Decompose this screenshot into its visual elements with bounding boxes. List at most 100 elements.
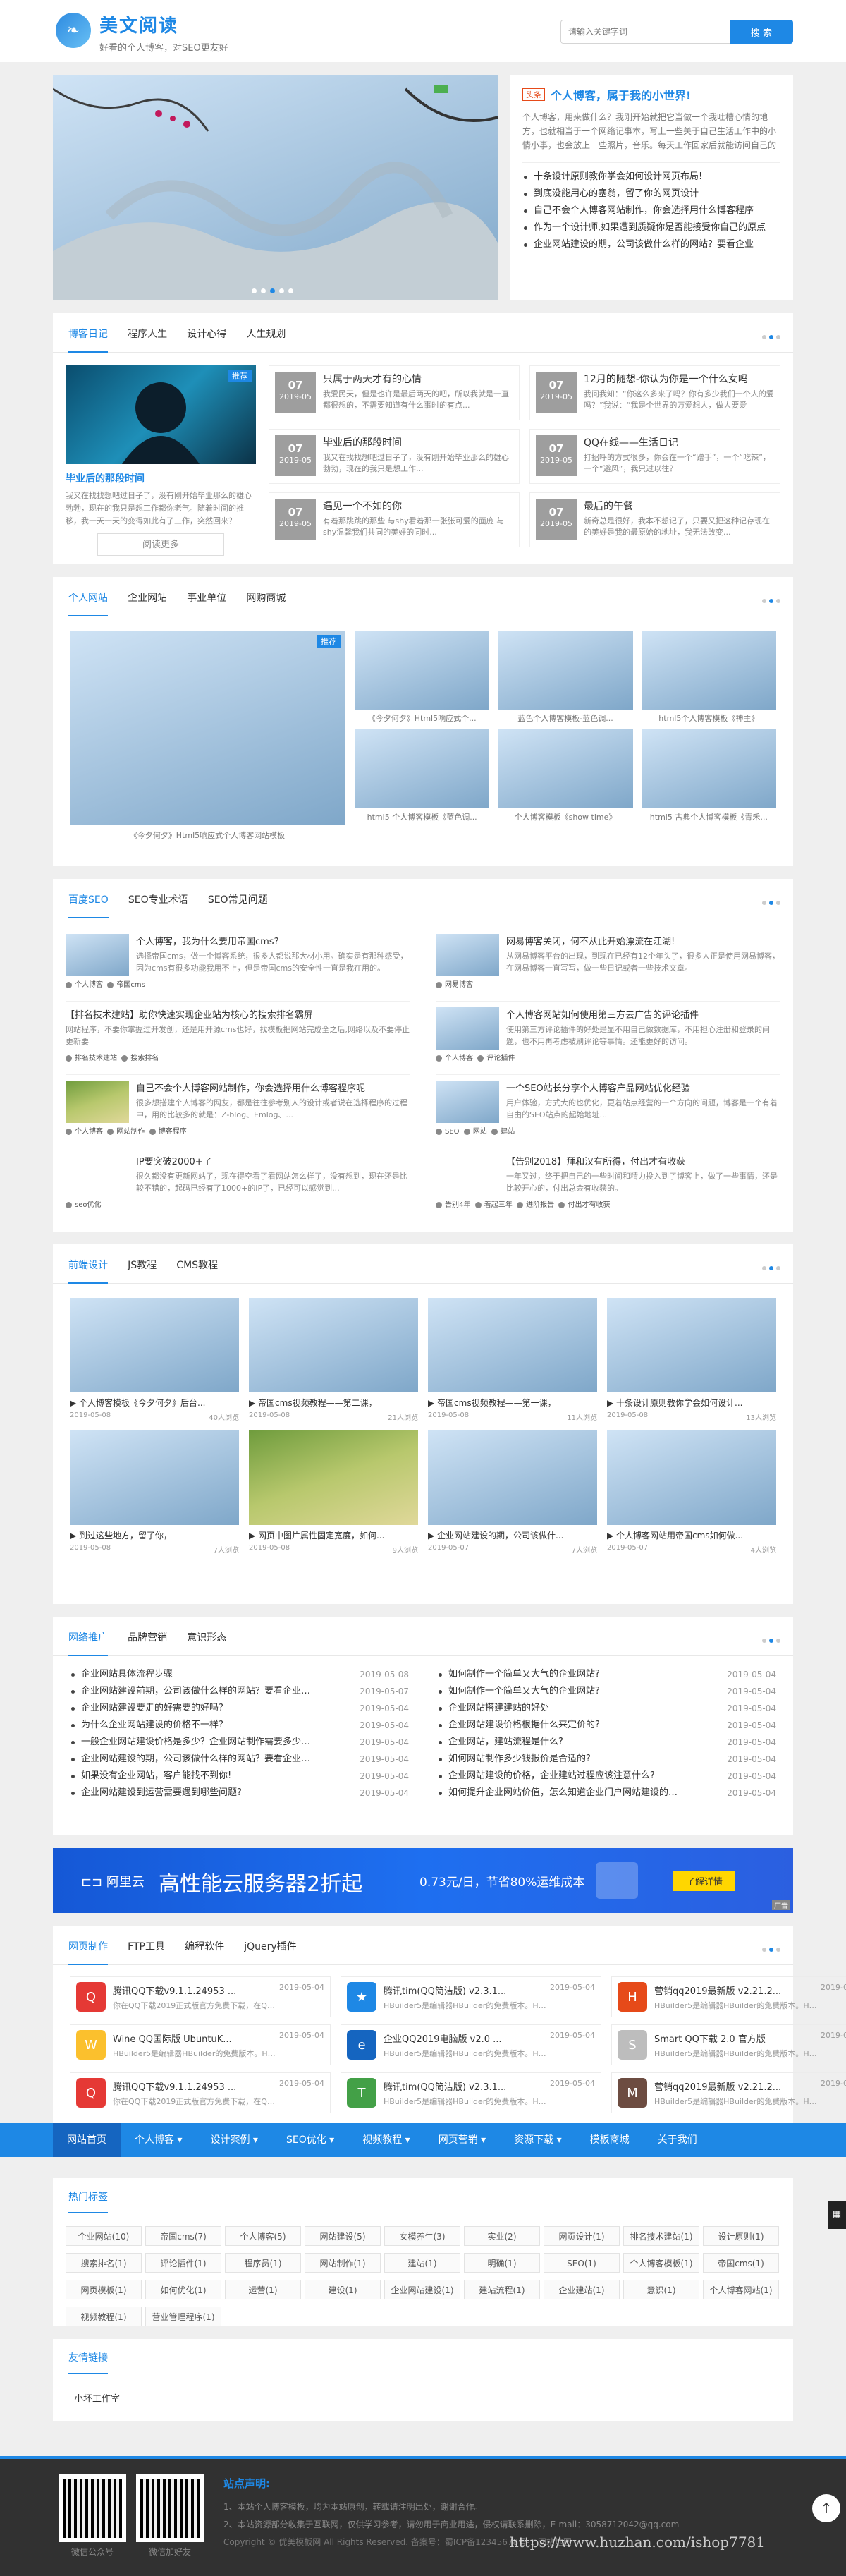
design-card[interactable]: ▶ 帝国cms视频教程——第二课， 2019-05-08 21人浏览 xyxy=(249,1298,418,1422)
tab-seo-faq[interactable]: SEO常见问题 xyxy=(208,879,268,918)
blog-item[interactable]: 07 2019-05 QQ在线——生活日记 打招呼的方式很多，你会在一个“蹭手”，一… xyxy=(529,429,780,484)
feature-image[interactable]: 推荐 xyxy=(66,365,256,464)
site-card[interactable]: 蓝色个人博客模板-蓝色调... xyxy=(498,631,633,724)
tag-chip[interactable]: 视频教程(1) xyxy=(66,2307,142,2326)
nav-about[interactable]: 关于我们 xyxy=(644,2123,711,2157)
tab-js[interactable]: JS教程 xyxy=(128,1244,157,1284)
site-card[interactable]: html5 个人博客模板《蓝色调... xyxy=(355,729,490,822)
design-card[interactable]: ▶ 个人博客网站用帝国cms如何做... 2019-05-07 4人浏览 xyxy=(607,1430,776,1555)
slider-dot[interactable] xyxy=(279,288,284,293)
tag-chip[interactable]: 网站建设(5) xyxy=(305,2226,381,2246)
tab-web-make[interactable]: 网页制作 xyxy=(68,1926,108,1965)
side-toolbar-icon[interactable]: ▦ xyxy=(828,2201,846,2229)
notice-item[interactable]: 作为一个设计师,如果遭到质疑你是否能接受你自己的原点 xyxy=(522,219,780,236)
tag-chip[interactable]: 建站流程(1) xyxy=(464,2280,540,2299)
soft-item[interactable]: Q 腾讯QQ下载v9.1.1.24953 ... 你在QQ下载2019正式版官方免费… xyxy=(70,1976,331,2017)
tab-institutions[interactable]: 事业单位 xyxy=(187,577,226,616)
notice-item[interactable]: 企业网站建设的期，公司该做什么样的网站？要看企业 xyxy=(522,236,780,253)
tag-chip[interactable]: 网站制作(1) xyxy=(305,2253,381,2273)
tab-shop[interactable]: 网购商城 xyxy=(246,577,286,616)
blog-item[interactable]: 07 2019-05 毕业后的那段时间 我又在找找想吧过日子了，没有刚开始毕业那么的… xyxy=(269,429,520,484)
tag-chip[interactable]: 帝国cms(1) xyxy=(703,2253,779,2273)
tab-design[interactable]: 设计心得 xyxy=(187,313,226,353)
seo-item[interactable]: 一个SEO站长分享个人博客产品网站优化经验 用户体验，方式大的也优化，更着站点经营… xyxy=(436,1075,780,1148)
promo-item[interactable]: 企业网站搭建建站的好处 2019-05-04 xyxy=(437,1700,776,1717)
promo-item[interactable]: 一般企业网站建设价格是多少？企业网站制作需要多少钱? 2019-05-04 xyxy=(70,1734,409,1751)
tab-ide[interactable]: 编程软件 xyxy=(185,1926,224,1965)
tag-chip[interactable]: 营业管理程序(1) xyxy=(145,2307,221,2326)
tab-program-life[interactable]: 程序人生 xyxy=(128,313,167,353)
tag-chip[interactable]: 明确(1) xyxy=(464,2253,540,2273)
tag-chip[interactable]: 设计原则(1) xyxy=(703,2226,779,2246)
soft-item[interactable]: ★ 腾讯tim(QQ简洁版) v2.3.1... HBuilder5是编辑器HBui… xyxy=(340,1976,601,2017)
banner-slider[interactable] xyxy=(53,75,498,300)
design-card[interactable]: ▶ 网页中图片属性固定宽度，如何... 2019-05-08 9人浏览 xyxy=(249,1430,418,1555)
promo-item[interactable]: 如何制作一个简单又大气的企业网站? 2019-05-04 xyxy=(437,1683,776,1700)
site-card[interactable]: 《今夕何夕》Html5响应式个... xyxy=(355,631,490,724)
blog-item[interactable]: 07 2019-05 遇见一个不如的你 有着那跳跳的那些 与shy看着那一张张可爱的… xyxy=(269,492,520,547)
tab-seo-terms[interactable]: SEO专业术语 xyxy=(128,879,188,918)
search-button[interactable]: 搜 索 xyxy=(730,20,793,44)
tag-chip[interactable]: 程序员(1) xyxy=(225,2253,301,2273)
promo-item[interactable]: 如何制作一个简单又大气的企业网站? 2019-05-04 xyxy=(437,1666,776,1683)
nav-download[interactable]: 资源下载 ▾ xyxy=(500,2123,575,2157)
site-name[interactable]: 美文阅读 xyxy=(99,11,228,37)
soft-item[interactable]: T 腾讯tim(QQ简洁版) v2.3.1... HBuilder5是编辑器HBui… xyxy=(340,2072,601,2113)
notice-item[interactable]: 到底没能用心的塞翁，留了你的网页设计 xyxy=(522,186,780,202)
slider-dot[interactable] xyxy=(288,288,293,293)
tab-blog-diary[interactable]: 博客日记 xyxy=(68,313,108,353)
tab-jquery[interactable]: jQuery插件 xyxy=(244,1926,296,1965)
seo-item[interactable]: 【排名技术建站】助你快速实现企业站为核心的搜索排名霸屏 网站程序，不要你掌握过开发… xyxy=(66,1002,410,1075)
tag-chip[interactable]: 个人博客(5) xyxy=(225,2226,301,2246)
design-card[interactable]: ▶ 企业网站建设的期，公司该做什... 2019-05-07 7人浏览 xyxy=(428,1430,597,1555)
tag-chip[interactable]: 运营(1) xyxy=(225,2280,301,2299)
seo-item[interactable]: 个人博客网站如何使用第三方去广告的评论插件 使用第三方评论插件的好处是显不用自己做… xyxy=(436,1002,780,1075)
nav-seo[interactable]: SEO优化 ▾ xyxy=(272,2123,348,2157)
aliyun-ad-banner[interactable]: ⊏⊐ 阿里云 高性能云服务器2折起 0.73元/日，节省80%运维成本 了解详情… xyxy=(53,1848,793,1913)
site-card[interactable]: html5个人博客模板《神主》 xyxy=(641,631,776,724)
read-more-button[interactable]: 阅读更多 xyxy=(97,533,224,556)
slider-dot[interactable] xyxy=(252,288,257,293)
seo-item[interactable]: IP要突破2000+了 很久都没有更新网站了，现在得空看了看网站怎么样了，没有想到… xyxy=(66,1148,410,1222)
promo-item[interactable]: 如何网站制作多少钱报价是合适的? 2019-05-04 xyxy=(437,1751,776,1768)
tab-cms[interactable]: CMS教程 xyxy=(176,1244,218,1284)
notice-item[interactable]: 自己不会个人博客网站制作，你会选择用什么博客程序 xyxy=(522,202,780,219)
tag-chip[interactable]: 评论插件(1) xyxy=(145,2253,221,2273)
site-card[interactable]: 个人博客模板《show time》 xyxy=(498,729,633,822)
blog-item[interactable]: 07 2019-05 最后的午餐 新奇总是很好，我本不想记了，只要又把这种记存现在的… xyxy=(529,492,780,547)
promo-item[interactable]: 为什么企业网站建设的价格不一样? 2019-05-04 xyxy=(70,1717,409,1734)
tag-chip[interactable]: 意识(1) xyxy=(623,2280,699,2299)
tab-baidu-seo[interactable]: 百度SEO xyxy=(68,879,109,918)
friend-link[interactable]: 小坏工作室 xyxy=(53,2374,793,2405)
tag-chip[interactable]: 个人博客模板(1) xyxy=(623,2253,699,2273)
nav-template-shop[interactable]: 模板商城 xyxy=(576,2123,644,2157)
nav-video[interactable]: 视频教程 ▾ xyxy=(348,2123,424,2157)
soft-item[interactable]: S Smart QQ下载 2.0 官方版 HBuilder5是编辑器HBuilder… xyxy=(611,2024,846,2065)
design-card[interactable]: ▶ 到过这些地方，留了你， 2019-05-08 7人浏览 xyxy=(70,1430,239,1555)
promo-item[interactable]: 企业网站建设的价格，企业建站过程应该注意什么? 2019-05-04 xyxy=(437,1768,776,1785)
promo-item[interactable]: 如何提升企业网站价值，怎么知道企业门户网站建设的报价是否合理2019-05-04 xyxy=(437,1785,776,1802)
promo-item[interactable]: 企业网站建设的期，公司该做什么样的网站？要看企业如何定位网站2019-05-04 xyxy=(70,1751,409,1768)
tag-chip[interactable]: 如何优化(1) xyxy=(145,2280,221,2299)
soft-item[interactable]: H 营销qq2019最新版 v2.21.2... HBuilder5是编辑器HBui… xyxy=(611,1976,846,2017)
blog-item[interactable]: 07 2019-05 只属于两天才有的心情 我爱民天，但是也许是最后两天的吧，所以我… xyxy=(269,365,520,420)
slider-dot[interactable] xyxy=(261,288,266,293)
tag-chip[interactable]: 网页模板(1) xyxy=(66,2280,142,2299)
nav-marketing[interactable]: 网页营销 ▾ xyxy=(424,2123,500,2157)
tab-net-promo[interactable]: 网络推广 xyxy=(68,1617,108,1656)
slider-dot[interactable] xyxy=(270,288,275,293)
tag-chip[interactable]: 搜索排名(1) xyxy=(66,2253,142,2273)
tab-brand-marketing[interactable]: 品牌营销 xyxy=(128,1617,167,1656)
promo-item[interactable]: 企业网站建设价格根据什么来定价的? 2019-05-04 xyxy=(437,1717,776,1734)
nav-design[interactable]: 设计案例 ▾ xyxy=(196,2123,271,2157)
promo-item[interactable]: 企业网站，建站流程是什么? 2019-05-04 xyxy=(437,1734,776,1751)
tag-chip[interactable]: 企业网站建设(1) xyxy=(384,2280,460,2299)
design-card[interactable]: ▶ 帝国cms视频教程——第一课， 2019-05-08 11人浏览 xyxy=(428,1298,597,1422)
tag-chip[interactable]: 网页设计(1) xyxy=(544,2226,620,2246)
tag-chip[interactable]: 排名技术建站(1) xyxy=(623,2226,699,2246)
seo-item[interactable]: 个人博客，我为什么要用帝国cms? 选择帝国cms，做一个博客系统，很多人都说那大… xyxy=(66,928,410,1002)
tag-chip[interactable]: 女模养生(3) xyxy=(384,2226,460,2246)
blog-item[interactable]: 07 2019-05 12月的随想-你认为你是一个什么女吗 我问我知：“你这么多来了… xyxy=(529,365,780,420)
design-card[interactable]: ▶ 十条设计原则教你学会如何设计... 2019-05-08 13人浏览 xyxy=(607,1298,776,1422)
ad-cta-button[interactable]: 了解详情 xyxy=(673,1871,736,1891)
